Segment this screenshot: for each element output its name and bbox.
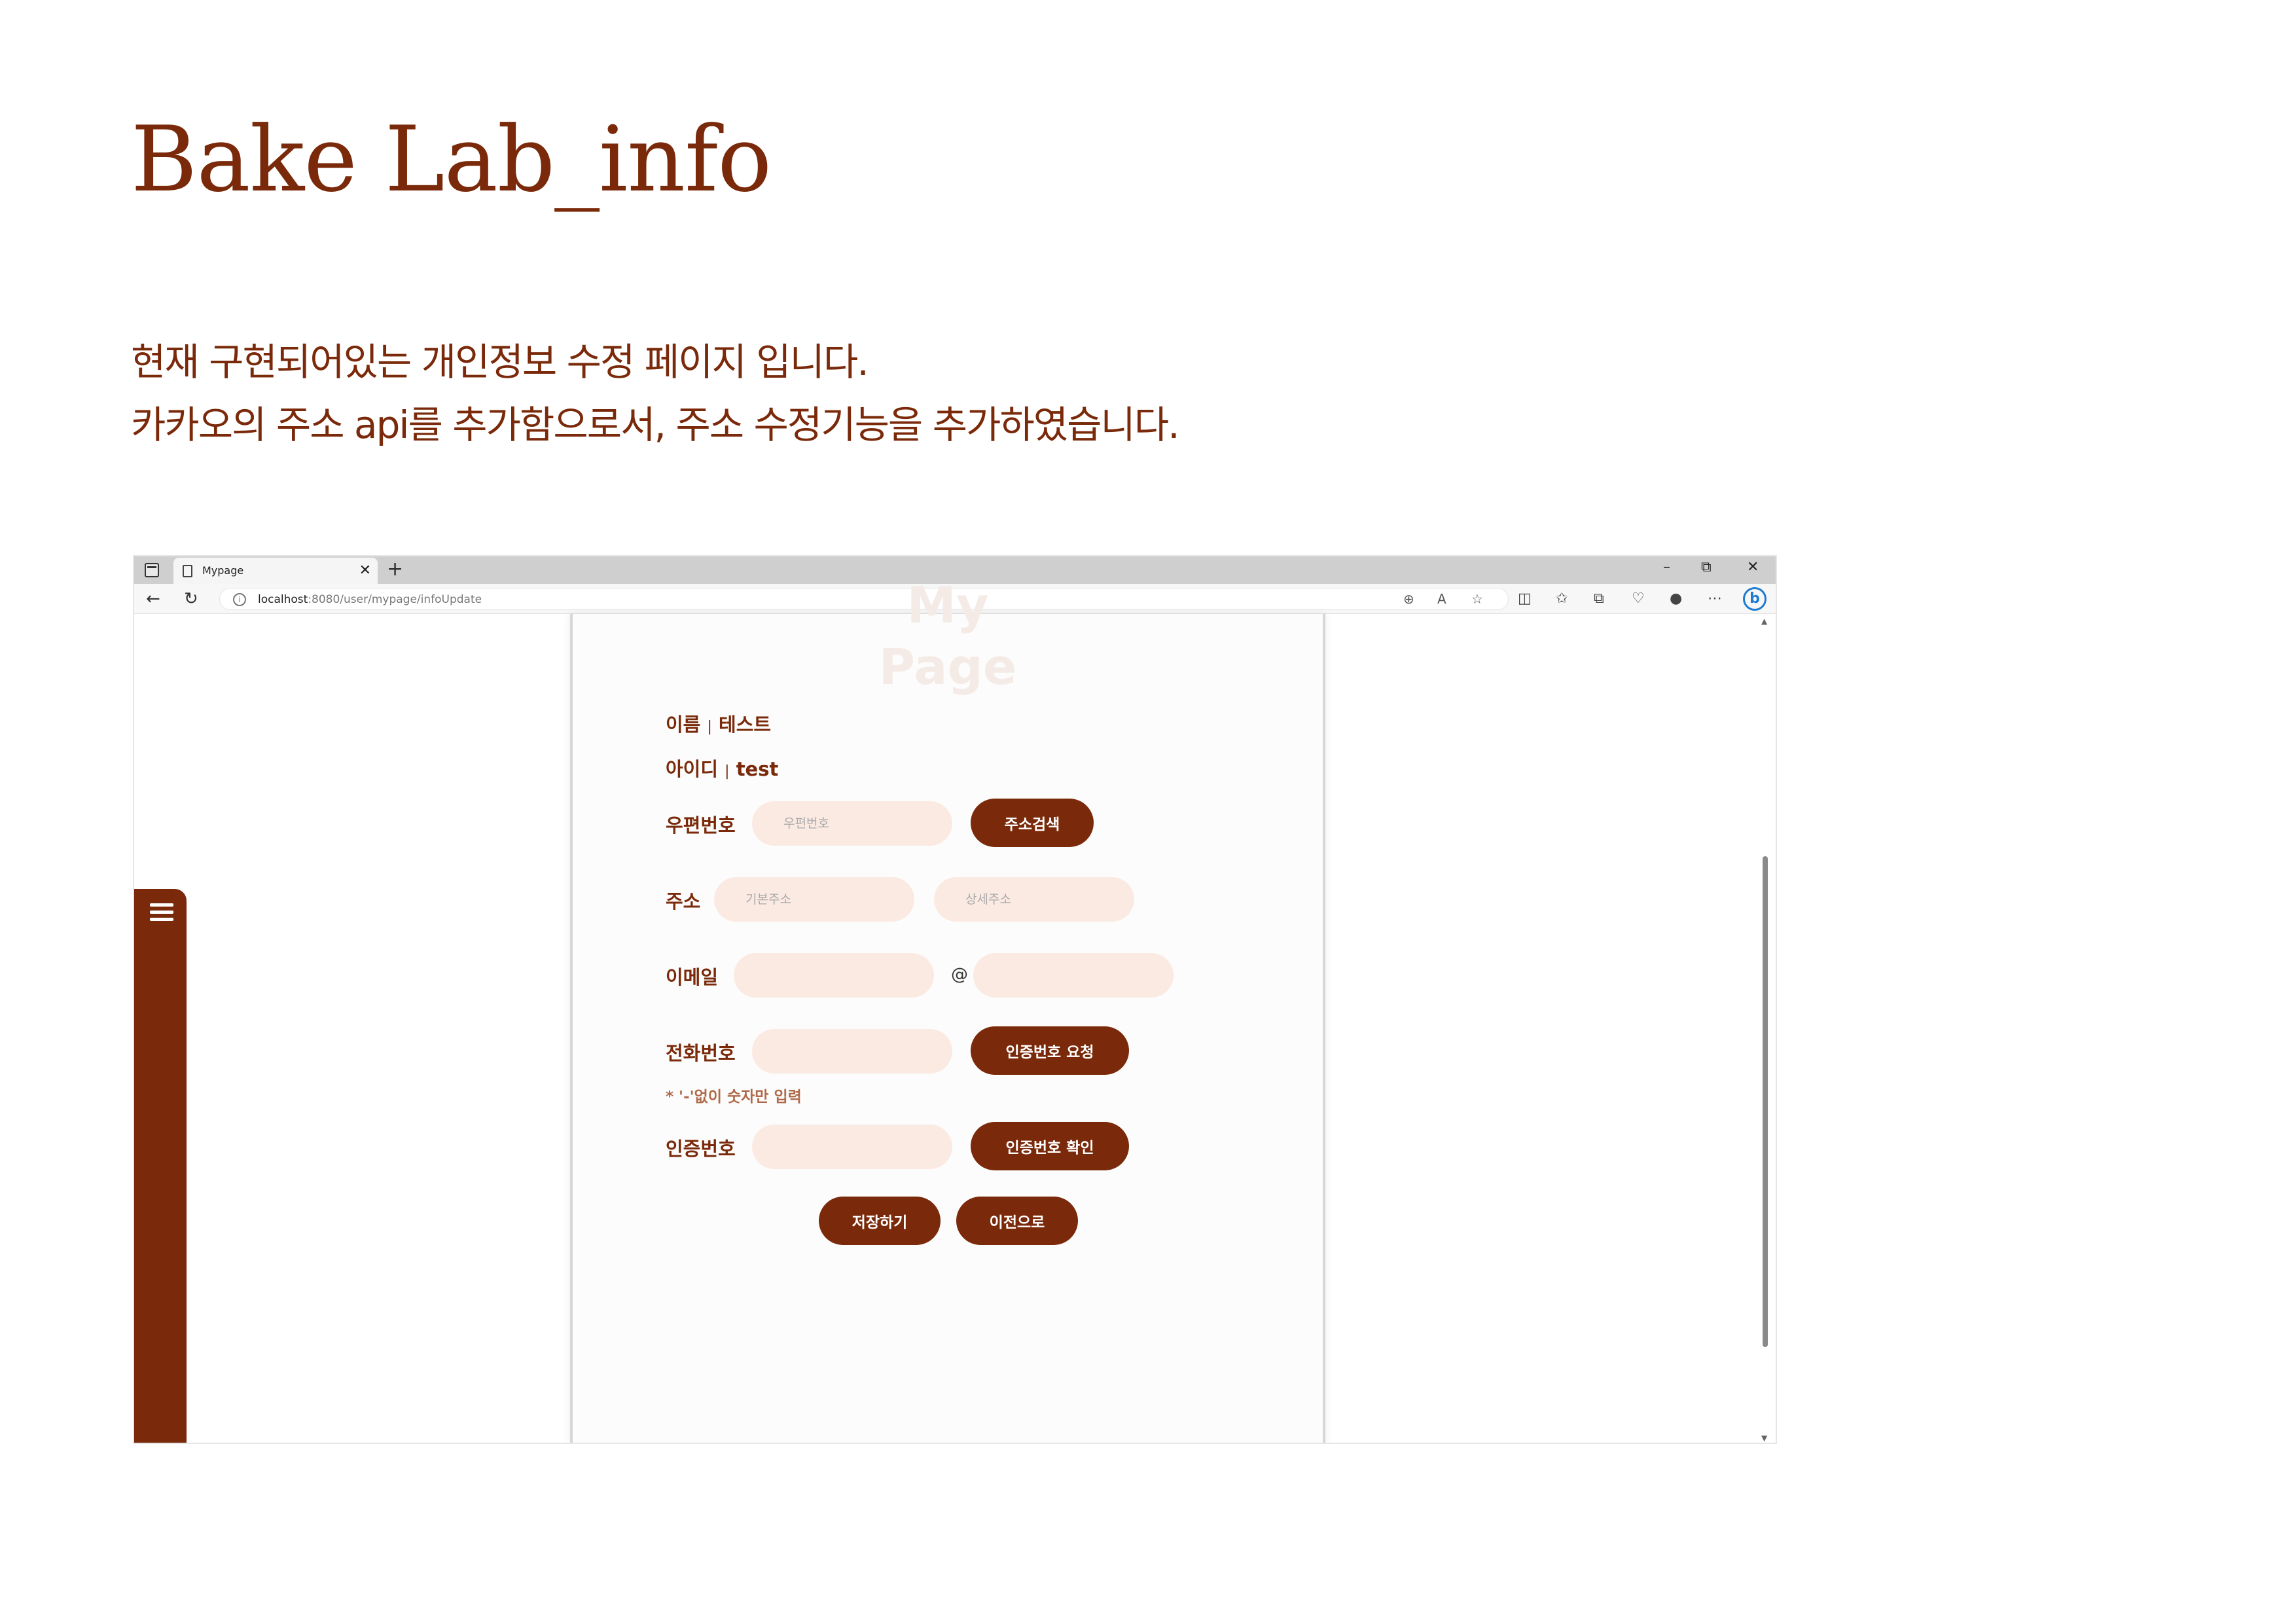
browser-tab[interactable]: Mypage ✕ bbox=[173, 558, 378, 584]
phone-input[interactable] bbox=[752, 1029, 952, 1074]
back-button[interactable]: 이전으로 bbox=[956, 1197, 1078, 1245]
restore-icon[interactable]: ⧉ bbox=[1701, 559, 1712, 575]
close-tab-icon[interactable]: ✕ bbox=[359, 562, 371, 579]
zip-input[interactable] bbox=[752, 801, 952, 846]
back-icon[interactable]: ← bbox=[146, 589, 160, 609]
address-label: 주소 bbox=[666, 890, 701, 912]
phone-label: 전화번호 bbox=[666, 1042, 736, 1064]
address-base-input[interactable] bbox=[714, 877, 914, 922]
more-options-icon[interactable]: ⋯ bbox=[1708, 590, 1722, 607]
phone-hint: * '-'없이 숫자만 입력 bbox=[666, 1089, 802, 1106]
workspaces-icon[interactable] bbox=[145, 563, 159, 577]
id-row: 아이디 | test bbox=[666, 758, 779, 780]
site-info-icon[interactable]: i bbox=[233, 593, 246, 606]
tab-title: Mypage bbox=[202, 564, 244, 577]
menu-icon[interactable] bbox=[150, 903, 173, 922]
email-at-sign: @ bbox=[951, 965, 968, 984]
read-aloud-icon[interactable]: A bbox=[1437, 591, 1446, 607]
verify-label: 인증번호 bbox=[666, 1138, 736, 1160]
request-code-button[interactable]: 인증번호 요청 bbox=[971, 1026, 1129, 1075]
description: 현재 구현되어있는 개인정보 수정 페이지 입니다. 카카오의 주소 api를 … bbox=[131, 331, 1180, 456]
refresh-icon[interactable]: ↻ bbox=[184, 589, 198, 609]
name-row: 이름 | 테스트 bbox=[666, 713, 772, 736]
name-value: 테스트 bbox=[719, 713, 772, 736]
page-icon bbox=[183, 565, 192, 577]
favorite-star-icon[interactable]: ☆ bbox=[1471, 591, 1483, 607]
extensions-icon[interactable]: ♡ bbox=[1632, 590, 1645, 607]
address-detail-input[interactable] bbox=[934, 877, 1134, 922]
collections-icon[interactable]: ⧉ bbox=[1594, 590, 1604, 607]
copilot-icon[interactable]: b bbox=[1743, 587, 1767, 611]
page-viewport: My Page 이름 | 테스트 아이디 | test 우편번호 주소검색 주소… bbox=[134, 576, 1776, 1443]
verify-code-input[interactable] bbox=[752, 1125, 952, 1169]
mypage-card: My Page 이름 | 테스트 아이디 | test 우편번호 주소검색 주소… bbox=[570, 576, 1325, 1443]
save-button[interactable]: 저장하기 bbox=[819, 1197, 941, 1245]
zip-label: 우편번호 bbox=[666, 814, 736, 837]
address-search-button[interactable]: 주소검색 bbox=[971, 799, 1094, 847]
document-title: Bake Lab_info bbox=[131, 107, 772, 212]
description-line-2: 카카오의 주소 api를 추가함으로서, 주소 수정기능을 추가하였습니다. bbox=[131, 403, 1180, 447]
profile-icon[interactable]: ● bbox=[1670, 590, 1682, 607]
page-heading-top: My bbox=[906, 576, 989, 634]
description-line-1: 현재 구현되어있는 개인정보 수정 페이지 입니다. bbox=[131, 340, 869, 384]
id-value: test bbox=[736, 758, 779, 780]
minimize-icon[interactable]: – bbox=[1663, 559, 1670, 575]
scroll-down-icon[interactable]: ▼ bbox=[1761, 1434, 1767, 1443]
url-text: localhost:8080/user/mypage/infoUpdate bbox=[258, 593, 482, 606]
scroll-up-icon[interactable]: ▲ bbox=[1761, 617, 1767, 626]
new-tab-icon[interactable]: + bbox=[387, 558, 403, 581]
email-domain-input[interactable] bbox=[973, 953, 1174, 998]
sidebar-toggle[interactable] bbox=[134, 889, 187, 1443]
close-window-icon[interactable]: ✕ bbox=[1747, 559, 1759, 575]
browser-screenshot: Mypage ✕ + – ⧉ ✕ ← ↻ i localhost:8080/us… bbox=[133, 555, 1777, 1444]
email-id-input[interactable] bbox=[734, 953, 934, 998]
scrollbar-thumb[interactable] bbox=[1763, 856, 1768, 1347]
page-heading: Page bbox=[878, 638, 1017, 696]
confirm-code-button[interactable]: 인증번호 확인 bbox=[971, 1122, 1129, 1170]
scrollbar[interactable]: ▲ ▼ bbox=[1759, 614, 1772, 1443]
favorites-icon[interactable]: ✩ bbox=[1556, 590, 1568, 607]
email-label: 이메일 bbox=[666, 966, 719, 988]
zoom-icon[interactable]: ⊕ bbox=[1403, 591, 1414, 607]
split-screen-icon[interactable]: ◫ bbox=[1518, 590, 1532, 607]
